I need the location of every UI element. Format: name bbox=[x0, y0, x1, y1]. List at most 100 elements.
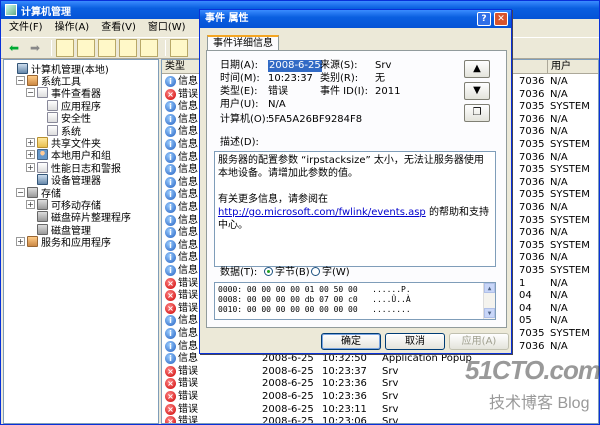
cell-type: 信息 bbox=[178, 76, 198, 87]
cell-type: 信息 bbox=[178, 139, 198, 150]
cell-type: 信息 bbox=[178, 151, 198, 163]
table-row[interactable]: × 错误 2008-6-25 10:23:37 Srv bbox=[162, 365, 598, 378]
menu-action[interactable]: 操作(A) bbox=[49, 20, 96, 36]
menu-window[interactable]: 窗口(W) bbox=[142, 20, 192, 36]
cell-id: 05 bbox=[519, 315, 532, 327]
help-link[interactable]: http://go.microsoft.com/fwlink/events.as… bbox=[218, 207, 426, 218]
cell-user: SYSTEM bbox=[550, 239, 590, 251]
services-icon bbox=[27, 236, 38, 248]
dialog-title[interactable]: 事件 属性 bbox=[200, 10, 511, 28]
info-icon: i bbox=[165, 340, 176, 352]
expand-icon[interactable]: + bbox=[26, 137, 35, 147]
cell-user: N/A bbox=[550, 252, 568, 264]
expand-icon[interactable]: + bbox=[16, 237, 25, 247]
cell-date: 2008-6-25 bbox=[262, 416, 314, 424]
show-tree-icon[interactable] bbox=[77, 39, 95, 57]
time-label: 时间(M): bbox=[220, 73, 260, 84]
tree-item[interactable]: 设备管理器 bbox=[26, 174, 101, 187]
cell-time: 10:23:37 bbox=[322, 365, 367, 377]
radio-selected-icon bbox=[264, 267, 273, 276]
cell-id: 7036 bbox=[519, 113, 545, 125]
cancel-button[interactable]: 取消 bbox=[385, 333, 445, 350]
info-icon: i bbox=[165, 126, 176, 138]
folder-icon bbox=[37, 136, 48, 148]
info-icon: i bbox=[165, 164, 176, 176]
cell-user: N/A bbox=[550, 315, 568, 327]
toolbar-separator bbox=[165, 40, 166, 56]
next-event-button[interactable]: ▼ bbox=[464, 82, 490, 100]
menu-view[interactable]: 查看(V) bbox=[95, 20, 142, 36]
collapse-icon[interactable]: − bbox=[16, 187, 25, 197]
cell-time: 10:23:36 bbox=[322, 378, 367, 390]
apply-button[interactable]: 应用(A) bbox=[449, 333, 509, 350]
cell-type: 错误 bbox=[178, 403, 198, 415]
tab-event-details[interactable]: 事件详细信息 bbox=[207, 35, 279, 51]
description-text[interactable]: 服务器的配置参数 “irpstacksize” 太小，无法让服务器使用本地设备。… bbox=[214, 151, 496, 267]
up-folder-icon[interactable] bbox=[56, 39, 74, 57]
ok-button[interactable]: 确定 bbox=[321, 333, 381, 350]
column-header-user[interactable]: 用户 bbox=[548, 60, 598, 74]
tools-icon bbox=[27, 74, 38, 86]
table-row[interactable]: × 错误 2008-6-25 10:23:06 Srv bbox=[162, 415, 598, 424]
info-icon: i bbox=[165, 328, 176, 339]
help-icon[interactable] bbox=[170, 39, 188, 57]
tree-item[interactable]: + 服务和应用程序 bbox=[16, 236, 111, 250]
info-icon: i bbox=[165, 189, 176, 201]
expand-icon[interactable]: + bbox=[26, 199, 35, 209]
cell-user: N/A bbox=[550, 227, 568, 239]
type-value: 错误 bbox=[268, 86, 288, 97]
cell-src: Application Popup bbox=[382, 353, 472, 365]
previous-event-button[interactable]: ▲ bbox=[464, 60, 490, 78]
cell-time: 10:23:11 bbox=[322, 403, 367, 415]
hex-data-box[interactable]: 0000: 00 00 00 00 01 00 50 00 ......P. 0… bbox=[214, 282, 496, 320]
cell-time: 10:23:36 bbox=[322, 391, 367, 402]
close-button[interactable]: ✕ bbox=[494, 12, 508, 26]
expand-icon[interactable]: + bbox=[26, 162, 35, 172]
cell-id: 7035 bbox=[519, 101, 545, 113]
cell-id: 7035 bbox=[519, 214, 545, 226]
cell-type: 信息 bbox=[178, 353, 198, 365]
log-icon bbox=[47, 112, 58, 124]
date-label: 日期(A): bbox=[220, 60, 259, 71]
date-value[interactable]: 2008-6-25 bbox=[268, 60, 322, 72]
export-list-icon[interactable] bbox=[98, 39, 116, 57]
cell-user: N/A bbox=[550, 202, 568, 213]
cell-type: 信息 bbox=[178, 265, 198, 276]
cell-user: SYSTEM bbox=[550, 328, 590, 339]
collapse-icon[interactable]: − bbox=[26, 88, 35, 98]
tree-item-label: 服务和应用程序 bbox=[41, 238, 111, 250]
back-arrow-icon[interactable]: ⬅ bbox=[5, 39, 23, 57]
table-row[interactable]: × 错误 2008-6-25 10:23:11 Srv bbox=[162, 403, 598, 416]
cell-user: SYSTEM bbox=[550, 189, 590, 201]
expand-icon[interactable]: + bbox=[26, 150, 35, 160]
copy-button[interactable]: ❐ bbox=[464, 104, 490, 122]
info-icon: i bbox=[165, 101, 176, 113]
cell-type: 错误 bbox=[178, 277, 198, 289]
cell-date: 2008-6-25 bbox=[262, 378, 314, 390]
words-radio[interactable]: 字(W) bbox=[305, 267, 350, 279]
removable-storage-icon bbox=[37, 198, 48, 210]
table-row[interactable]: × 错误 2008-6-25 10:23:36 Srv bbox=[162, 377, 598, 390]
menu-file[interactable]: 文件(F) bbox=[3, 20, 49, 36]
table-row[interactable]: i 信息 2008-6-25 10:32:50 Application Popup bbox=[162, 352, 598, 365]
refresh-icon[interactable] bbox=[140, 39, 158, 57]
cell-type: 错误 bbox=[178, 391, 198, 402]
event-id-value: 2011 bbox=[375, 86, 401, 97]
table-row[interactable]: × 错误 2008-6-25 10:23:36 Srv bbox=[162, 390, 598, 403]
hex-scrollbar[interactable]: ▲ ▼ bbox=[483, 283, 495, 319]
cell-time: 10:23:06 bbox=[322, 416, 367, 424]
properties-icon[interactable] bbox=[119, 39, 137, 57]
info-icon: i bbox=[165, 315, 176, 327]
scroll-down-icon[interactable]: ▼ bbox=[484, 308, 495, 318]
cell-id: 7036 bbox=[519, 227, 545, 239]
scroll-up-icon[interactable]: ▲ bbox=[484, 283, 495, 293]
cell-type: 信息 bbox=[178, 189, 198, 201]
cell-user: N/A bbox=[550, 151, 568, 163]
cell-user: N/A bbox=[550, 126, 568, 138]
console-tree[interactable]: 计算机管理(本地) − 系统工具 − 事件查看器 应用程序 安全性 系统 + 共享文件夹 + 本地用户… bbox=[3, 59, 159, 424]
cell-user: SYSTEM bbox=[550, 214, 590, 226]
collapse-icon[interactable]: − bbox=[16, 75, 25, 85]
forward-arrow-icon[interactable]: ➡ bbox=[26, 39, 44, 57]
bytes-radio[interactable]: 字节(B) bbox=[258, 267, 310, 279]
help-button[interactable]: ? bbox=[477, 12, 491, 26]
